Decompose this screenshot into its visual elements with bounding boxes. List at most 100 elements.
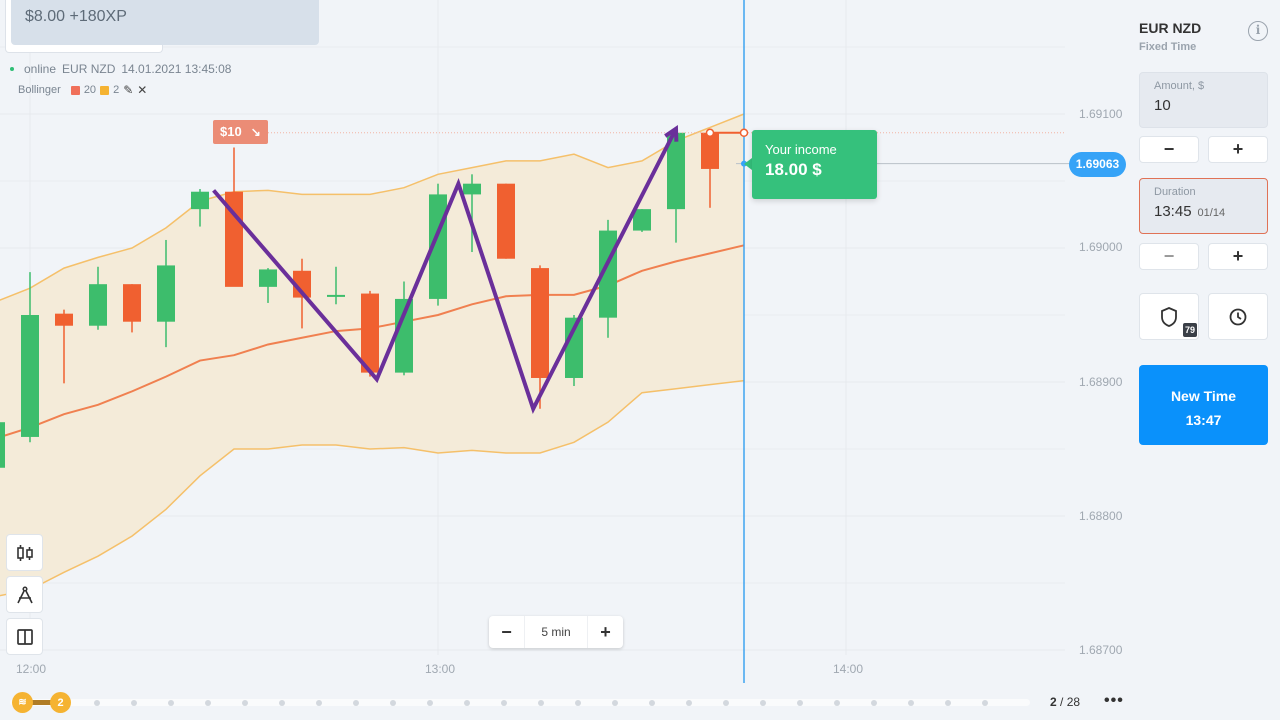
new-time-value: 13:47	[1185, 412, 1222, 428]
split-layout-icon	[16, 628, 33, 645]
new-time-label: New Time	[1170, 388, 1237, 404]
page-total: 28	[1066, 695, 1081, 709]
deviation-color-swatch[interactable]	[100, 85, 110, 95]
timeline-step-dot[interactable]	[908, 700, 914, 706]
shield-icon	[1161, 306, 1177, 327]
duration-value[interactable]: 13:45 01/14	[1154, 203, 1253, 220]
timeline-step-dot[interactable]	[649, 700, 655, 706]
timeline-step-dot[interactable]	[723, 700, 729, 706]
timeline-step-dot[interactable]	[316, 700, 322, 706]
new-time-button[interactable]: New Time 13:47	[1139, 365, 1268, 445]
candle-body	[123, 284, 141, 322]
amount-decrease-button[interactable]: −	[1139, 136, 1199, 163]
amount-field[interactable]: Amount, $ 10	[1139, 72, 1268, 128]
timeline-step-dot[interactable]	[686, 700, 692, 706]
timeline-step-dot[interactable]	[760, 700, 766, 706]
candle-body	[191, 191, 209, 210]
timeline-step-dot[interactable]	[427, 700, 433, 706]
period-color-swatch[interactable]	[70, 85, 80, 95]
edit-pencil-icon[interactable]: ✎	[123, 83, 133, 97]
zoom-in-button[interactable]: +	[588, 616, 623, 648]
timeline-step-dot[interactable]	[131, 700, 137, 706]
income-label: Your income	[765, 142, 837, 157]
y-tick-label: 1.68800	[1079, 509, 1123, 523]
amount-increase-button[interactable]: +	[1208, 136, 1268, 163]
candle-body	[633, 209, 651, 231]
timeline-step-dot[interactable]	[797, 700, 803, 706]
timeline-step-dot[interactable]	[501, 700, 507, 706]
stack-icon[interactable]: ≋	[12, 692, 33, 713]
insurance-badge: 79	[1183, 323, 1198, 337]
trade-panel: EUR NZD Fixed Time i Amount, $ 10 − + Du…	[1126, 0, 1280, 720]
timeline-step-dot[interactable]	[982, 700, 988, 706]
bet-marker-tag[interactable]: $10 ↘	[213, 120, 268, 144]
candle	[633, 209, 651, 232]
amount-label: Amount, $	[1154, 80, 1205, 92]
amount-value[interactable]: 10	[1154, 97, 1253, 114]
timeline-progress[interactable]: ≋ 2	[10, 692, 1030, 714]
zoom-out-button[interactable]: −	[489, 616, 524, 648]
info-icon[interactable]: i	[1248, 21, 1268, 41]
drawing-tools-button[interactable]	[6, 576, 43, 613]
price-chart[interactable]	[0, 0, 1070, 690]
timeline-step-dot[interactable]	[205, 700, 211, 706]
bet-expiry-marker	[739, 128, 749, 138]
bet-open-marker	[705, 128, 715, 138]
page-counter: 2 / 28	[1050, 695, 1081, 709]
timeline-step-dot[interactable]	[94, 700, 100, 706]
candle-body	[259, 269, 277, 287]
income-pointer	[744, 158, 752, 170]
remove-indicator-icon[interactable]: ✕	[137, 83, 147, 97]
balance-notification: $8.00 +180XP	[11, 0, 319, 45]
status-row: online EUR NZD 14.01.2021 13:45:08	[10, 62, 231, 76]
duration-date: 01/14	[1197, 207, 1226, 219]
drawing-compass-icon	[16, 585, 33, 603]
y-tick-label: 1.69000	[1079, 240, 1123, 254]
timeline-step-dot[interactable]	[390, 700, 396, 706]
x-tick-label: 13:00	[425, 662, 456, 676]
balance-text: $8.00 +180XP	[25, 8, 127, 25]
trade-mode: Fixed Time	[1139, 41, 1197, 53]
x-tick-label: 14:00	[833, 662, 864, 676]
candle-body	[157, 265, 175, 322]
timeline-step-dot[interactable]	[575, 700, 581, 706]
time-button[interactable]	[1208, 293, 1268, 340]
timeline-step-dot[interactable]	[538, 700, 544, 706]
candle-body	[531, 268, 549, 378]
clock-icon	[1229, 308, 1247, 325]
candle	[225, 147, 243, 287]
duration-label: Duration	[1154, 186, 1196, 198]
timeline-step-dot[interactable]	[871, 700, 877, 706]
timeline-step-dot[interactable]	[279, 700, 285, 706]
timeline-step-dot[interactable]	[945, 700, 951, 706]
timeline-step-dot[interactable]	[464, 700, 470, 706]
timeline-step-dot[interactable]	[242, 700, 248, 706]
current-price-badge: 1.69063	[1069, 152, 1126, 177]
candlestick-chart-icon	[16, 544, 33, 561]
indicator-legend: Bollinger 20 2 ✎ ✕	[18, 83, 147, 97]
duration-increase-button[interactable]: +	[1208, 243, 1268, 270]
timeline-step-dot[interactable]	[168, 700, 174, 706]
candle-body	[0, 422, 5, 468]
timeline-step-dot[interactable]	[834, 700, 840, 706]
candle-body	[89, 284, 107, 326]
arrow-down-right-icon: ↘	[250, 125, 261, 139]
duration-decrease-button[interactable]: −	[1139, 243, 1199, 270]
insurance-button[interactable]: 79	[1139, 293, 1199, 340]
income-tooltip: Your income 18.00 $	[752, 130, 877, 199]
chart-type-button[interactable]	[6, 534, 43, 571]
timeline-step-dot[interactable]	[353, 700, 359, 706]
timeline-track[interactable]	[10, 699, 1030, 706]
online-indicator-icon	[10, 67, 14, 71]
more-options-button[interactable]: •••	[1104, 692, 1124, 710]
duration-field[interactable]: Duration 13:45 01/14	[1139, 178, 1268, 234]
y-tick-label: 1.69100	[1079, 107, 1123, 121]
timeline-level-badge[interactable]: 2	[50, 692, 71, 713]
timeline-step-dot[interactable]	[612, 700, 618, 706]
status-datetime: 14.01.2021 13:45:08	[121, 62, 232, 76]
income-value: 18.00 $	[765, 160, 822, 179]
timeframe-label[interactable]: 5 min	[524, 616, 588, 648]
page-current: 2	[1050, 695, 1057, 709]
layout-button[interactable]	[6, 618, 43, 655]
candle-body	[361, 293, 379, 373]
